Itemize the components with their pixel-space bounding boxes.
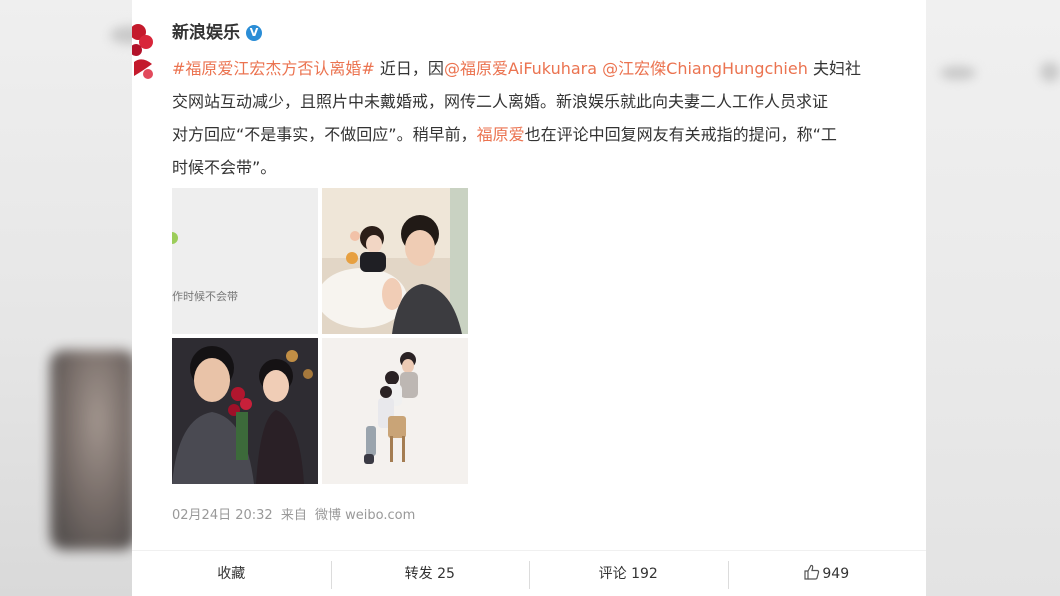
post-line-1: #福原爱江宏杰方否认离婚# 近日，因@福原爱AiFukuhara @江宏傑Chi… — [172, 52, 926, 85]
post-meta: 02月24日 20:32 来自 微博 weibo.com — [172, 504, 419, 523]
post-text: 也在评论中回复网友有关戒指的提问，称“工 — [524, 125, 837, 144]
blurred-background-photo — [50, 350, 136, 550]
action-bar: 收藏 转发 25 评论 192 949 — [132, 550, 926, 596]
comment-label: 评论 — [598, 566, 627, 582]
post-source[interactable]: 微博 weibo.com — [315, 508, 415, 523]
verified-v-icon: V — [246, 25, 262, 41]
blurred-mark — [1040, 62, 1060, 82]
image-grid: 作时候不会带 — [172, 188, 470, 486]
mention-fukuhara-link[interactable]: @福原爱AiFukuhara — [444, 59, 597, 78]
thumbs-up-icon — [804, 553, 820, 596]
post-line-2: 交网站互动减少，且照片中未戴婚戒，网传二人离婚。新浪娱乐就此向夫妻二人工作人员求… — [172, 92, 829, 111]
name-link[interactable]: 福原爱 — [477, 125, 525, 144]
post-text: 对方回应“不是事实，不做回应”。稍早前， — [172, 125, 477, 144]
hashtag-link[interactable]: #福原爱江宏杰方否认离婚# — [172, 59, 375, 78]
favorite-button[interactable]: 收藏 — [132, 551, 331, 596]
post-line-3: 对方回应“不是事实，不做回应”。稍早前，福原爱也在评论中回复网友有关戒指的提问，… — [172, 118, 926, 151]
source-prefix: 来自 — [280, 508, 307, 523]
like-count: 949 — [822, 566, 850, 582]
post-text: 夫妇社 — [812, 59, 861, 78]
post-author[interactable]: 新浪娱乐 V — [172, 18, 262, 43]
comment-button[interactable]: 评论 192 — [529, 551, 728, 596]
repost-label: 转发 — [404, 566, 433, 582]
avatar[interactable] — [132, 18, 156, 82]
mention-chiang-link[interactable]: @江宏傑ChiangHungchieh — [602, 59, 808, 78]
background-right — [926, 0, 1060, 596]
emoji-icon — [172, 232, 178, 244]
post-image-3[interactable] — [172, 338, 318, 484]
post-image-2[interactable] — [322, 188, 468, 334]
favorite-label: 收藏 — [217, 566, 246, 582]
like-button[interactable]: 949 — [727, 551, 927, 596]
author-name[interactable]: 新浪娱乐 — [172, 23, 240, 43]
comment-count: 192 — [631, 566, 658, 582]
post-text: 近日，因 — [379, 59, 444, 78]
post-image-4[interactable] — [322, 338, 468, 484]
weibo-post-card: 新浪娱乐 V #福原爱江宏杰方否认离婚# 近日，因@福原爱AiFukuhara @… — [132, 0, 926, 596]
image-caption: 作时候不会带 — [172, 290, 238, 303]
post-timestamp[interactable]: 02月24日 20:32 — [172, 508, 273, 523]
post-line-4: 时候不会带”。 — [172, 158, 277, 177]
repost-button[interactable]: 转发 25 — [330, 551, 530, 596]
repost-count: 25 — [437, 566, 455, 582]
blurred-mark — [940, 66, 976, 80]
post-image-1[interactable]: 作时候不会带 — [172, 188, 318, 334]
post-body: #福原爱江宏杰方否认离婚# 近日，因@福原爱AiFukuhara @江宏傑Chi… — [172, 52, 926, 184]
